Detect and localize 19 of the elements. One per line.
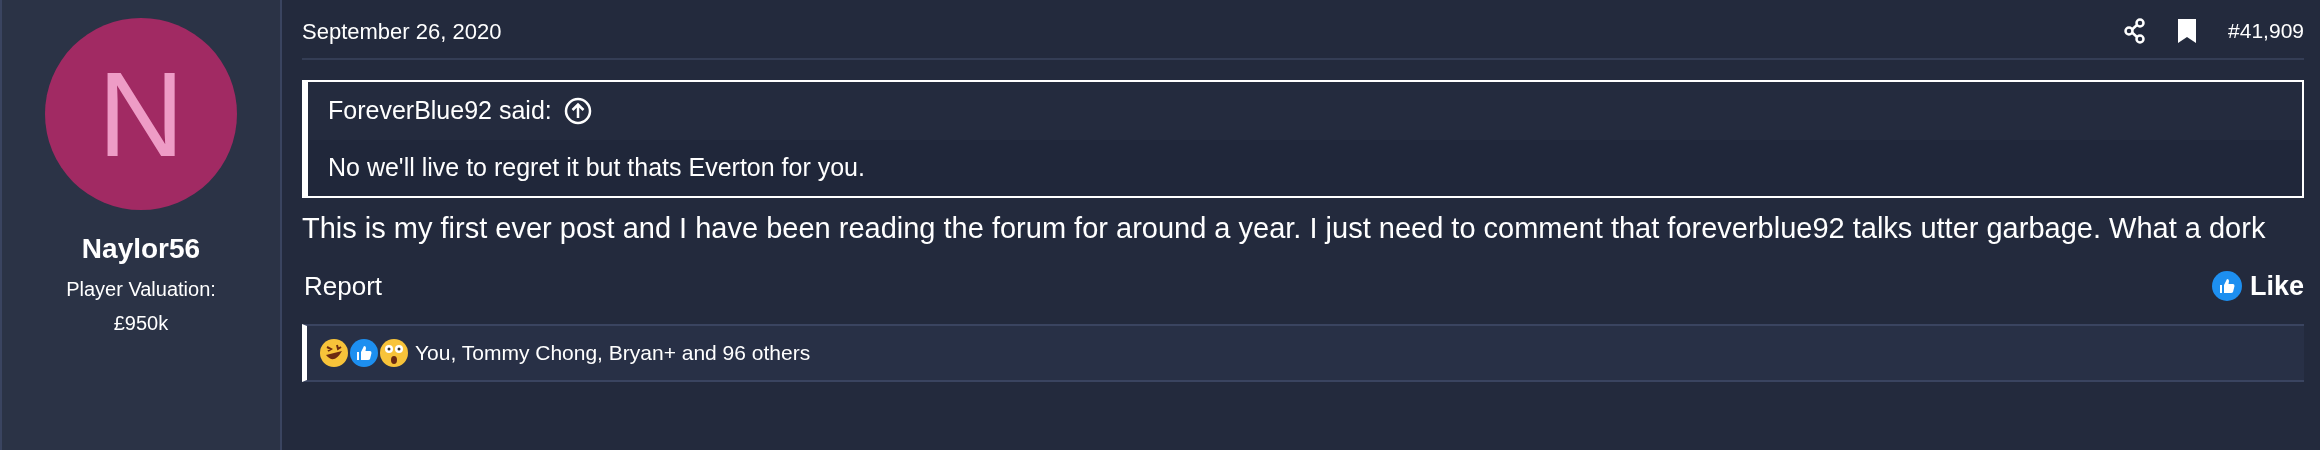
user-valuation: £950k <box>113 311 169 336</box>
bookmark-icon[interactable] <box>2178 19 2197 43</box>
reactions-text[interactable]: You, Tommy Chong, Bryan+ and 96 others <box>415 337 811 369</box>
reactions-bar[interactable]: You, Tommy Chong, Bryan+ and 96 others <box>302 324 2304 382</box>
post-date[interactable]: September 26, 2020 <box>302 14 502 48</box>
post-number[interactable]: #41,909 <box>2228 15 2304 47</box>
post-body: This is my first ever post and I have been reading the forum for around a year. I just need to comment that foreverblue92 talks utter garbage. What a dork <box>302 211 2267 246</box>
shocked-emoji-icon <box>379 338 409 368</box>
thumbs-up-emoji-icon <box>349 338 379 368</box>
quote-author[interactable]: ForeverBlue92 said: <box>328 92 552 130</box>
user-title: Player Valuation: <box>66 277 216 302</box>
like-button[interactable]: Like <box>2211 265 2304 307</box>
share-icon[interactable] <box>2124 18 2147 44</box>
jump-up-icon[interactable] <box>563 97 592 125</box>
thumbs-up-icon <box>2211 271 2242 301</box>
username[interactable]: Naylor56 <box>81 228 201 270</box>
laughing-emoji-icon <box>319 338 349 368</box>
quote-text: No we'll live to regret it but thats Everton for you. <box>328 152 865 184</box>
report-link[interactable]: Report <box>302 266 383 306</box>
